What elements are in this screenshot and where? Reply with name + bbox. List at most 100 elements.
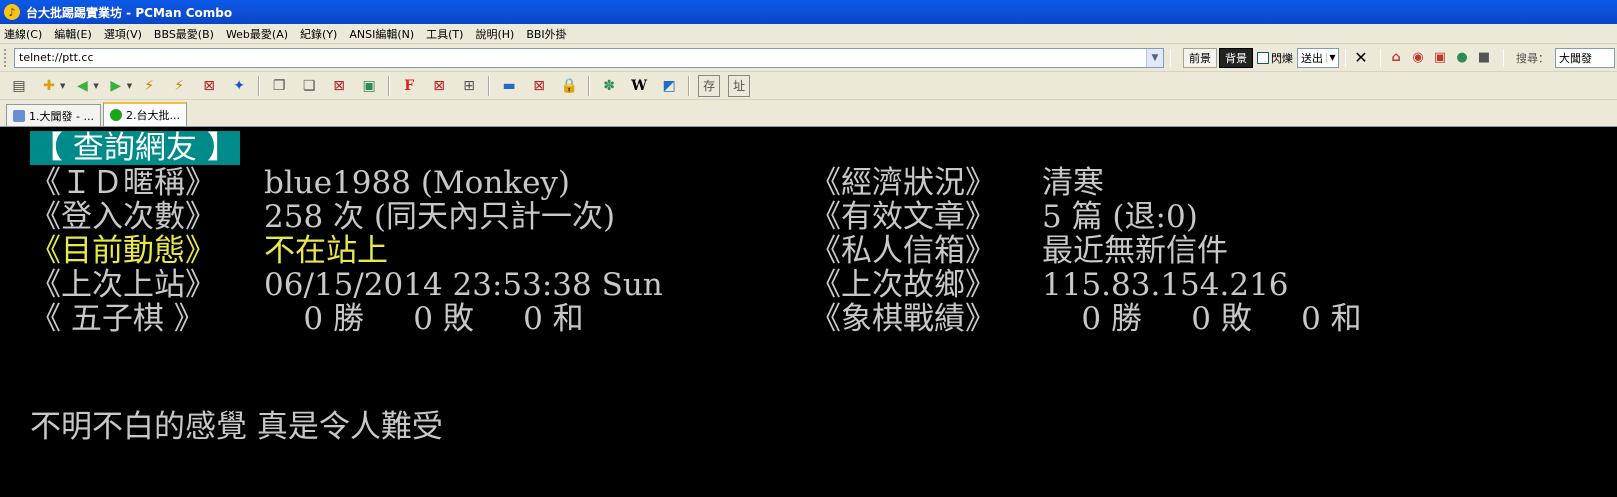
paste-icon[interactable]: ❏ [298,75,320,97]
address-input[interactable]: telnet://ptt.cc ▼ [14,47,1164,68]
chevron-down-icon[interactable]: ▼ [127,82,132,90]
new-connection-icon[interactable]: ✚ [38,75,60,97]
title-bar[interactable]: ♪ 台大批踢踢實業坊 - PCMan Combo [0,0,1617,24]
lock-icon[interactable]: 🔒 [558,75,580,97]
font-icon[interactable]: F [398,75,420,97]
terminal-screen[interactable]: 【 查詢網友 】 《ＩＤ暱稱》 blue1988 (Monkey) 《經濟狀況》… [0,128,1617,497]
tab-bar: 1.大聞發 - ... 2.台大批... [0,100,1617,127]
connected-status-icon [109,109,122,121]
row-status-value: 不在站上 [264,233,388,269]
window-close-icon[interactable]: ⊠ [528,75,550,97]
row-login-label: 《登入次數》 [30,199,216,235]
send-select[interactable]: 送出 ▼ [1297,47,1339,68]
app-icon: ♪ [4,4,20,20]
copy-ansi-icon[interactable]: ⊠ [328,75,350,97]
row-last-login-value: 06/15/2014 23:53:38 Sun [264,267,663,303]
separator [1380,48,1381,67]
back-icon[interactable]: ◀ [71,75,93,97]
separator [488,75,491,96]
tab-label: 2.台大批... [125,109,180,122]
document-icon [13,109,25,122]
plugin-icon[interactable]: ✽ [598,75,620,97]
app-shortcut-icon[interactable]: ◩ [658,75,680,97]
window-icon[interactable]: ▬ [498,75,520,97]
address-dropdown-button[interactable]: ▼ [1146,48,1163,67]
menu-connect[interactable]: 連線(C) [4,26,42,42]
main-toolbar: ▤ ✚ ▼ ◀ ▼ ▶ ▼ ⚡ ⚡ ⊠ ✦ ❐ ❏ ⊠ ▣ F ⊠ ⊞ ▬ ⊠ … [0,72,1617,100]
row-last-host-label: 《上次故鄉》 [810,267,996,303]
row-status-label: 《目前動態》 [30,233,216,269]
address-url: telnet://ptt.cc [19,51,94,64]
page-title: 【 查詢網友 】 [30,130,240,166]
separator [588,75,591,96]
menu-bbi-plugins[interactable]: BBI外掛 [526,26,566,42]
home-icon[interactable]: ⌂ [1387,49,1405,67]
row-posts-label: 《有效文章》 [810,199,996,235]
row-login-value: 258 次 (同天內只計一次) [264,199,616,235]
separator [688,75,691,96]
address-bar: telnet://ptt.cc ▼ 前景 背景 閃爍 送出 ▼ ✕ ⌂ ◉ ▣ … [0,44,1617,72]
row-posts-value: 5 篇 (退:0) [1042,199,1198,235]
forward-icon[interactable]: ▶ [105,75,127,97]
foreground-button[interactable]: 前景 [1183,47,1217,68]
row-mailbox-value: 最近無新信件 [1042,233,1228,269]
font-reset-icon[interactable]: ⊠ [428,75,450,97]
pin-icon[interactable]: ✦ [228,75,250,97]
tab-connection-2[interactable]: 2.台大批... [102,102,187,126]
row-gomoku-label: 《 五子棋 》 [30,301,205,337]
blink-toggle[interactable]: 閃爍 [1257,50,1293,66]
menu-log[interactable]: 紀錄(Y) [300,26,337,42]
globe-icon[interactable]: ● [1453,49,1471,67]
resize-icon[interactable]: ⊞ [458,75,480,97]
address-icon[interactable]: 址 [728,74,751,97]
send-select-value: 送出 [1301,51,1323,65]
row-chess-value: 0 勝 0 敗 0 和 [1042,301,1362,337]
toolbar-grip[interactable] [4,48,8,67]
separator [258,75,261,96]
copy-icon[interactable]: ❐ [268,75,290,97]
search-value: 大聞發 [1559,51,1592,65]
row-gomoku-value: 0 勝 0 敗 0 和 [264,301,584,337]
reconnect-icon[interactable]: ⚡ [138,75,160,97]
row-last-login-label: 《上次上站》 [30,267,216,303]
ptt-icon[interactable]: ◉ [1409,49,1427,67]
tab-label: 1.大聞發 - ... [29,109,94,123]
menu-bar: 連線(C) 編輯(E) 選項(V) BBS最愛(B) Web最愛(A) 紀錄(Y… [0,24,1617,44]
search-label: 搜尋： [1516,51,1549,65]
menu-options[interactable]: 選項(V) [104,26,142,42]
menu-ansi-edit[interactable]: ANSI編輯(N) [349,26,414,42]
blink-label: 閃爍 [1271,51,1293,65]
chevron-down-icon: ▼ [1326,53,1338,62]
chevron-down-icon[interactable]: ▼ [60,82,65,90]
menu-web-favorites[interactable]: Web最愛(A) [226,26,288,42]
menu-tools[interactable]: 工具(T) [426,26,463,42]
separator [1345,48,1346,67]
separator [1503,48,1504,67]
separator [388,75,391,96]
row-economy-value: 清寒 [1042,165,1104,201]
site-list-icon[interactable]: ▤ [8,75,30,97]
chevron-down-icon[interactable]: ▼ [93,82,98,90]
close-icon[interactable]: ✕ [1352,48,1370,67]
row-last-host-value: 115.83.154.216 [1042,267,1289,303]
row-mailbox-label: 《私人信箱》 [810,233,996,269]
tab-connection-1[interactable]: 1.大聞發 - ... [6,104,101,126]
menu-help[interactable]: 說明(H) [475,26,514,42]
search-input[interactable]: 大聞發 [1555,47,1615,68]
save-icon[interactable]: 存 [698,74,721,97]
wikipedia-icon[interactable]: W [628,75,650,97]
row-id-value: blue1988 (Monkey) [264,165,571,201]
background-button[interactable]: 背景 [1219,47,1253,68]
menu-edit[interactable]: 編輯(E) [54,26,92,42]
menu-bbs-favorites[interactable]: BBS最愛(B) [154,26,214,42]
screenshot-icon[interactable]: ▣ [358,75,380,97]
row-economy-label: 《經濟狀況》 [810,165,996,201]
monitor-icon[interactable]: ■ [1475,49,1493,67]
close-tab-icon[interactable]: ⊠ [198,75,220,97]
mail-icon[interactable]: ▣ [1431,49,1449,67]
disconnect-icon[interactable]: ⚡ [168,75,190,97]
blink-checkbox[interactable] [1257,51,1269,64]
window-title: 台大批踢踢實業坊 - PCMan Combo [26,5,233,20]
row-id-label: 《ＩＤ暱稱》 [30,165,216,201]
separator [1170,48,1171,67]
